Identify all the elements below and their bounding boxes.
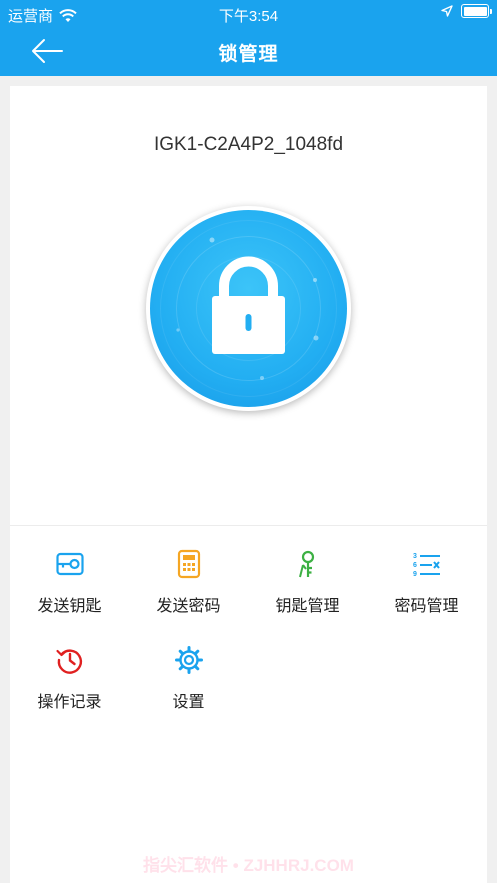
divider <box>10 525 487 526</box>
key-management-button[interactable]: 钥匙管理 <box>248 549 367 629</box>
operation-log-button[interactable]: 操作记录 <box>10 645 129 725</box>
svg-text:9: 9 <box>413 571 417 578</box>
nav-bar: 锁管理 <box>0 26 497 76</box>
operation-log-label: 操作记录 <box>37 694 102 711</box>
send-key-icon <box>55 552 84 576</box>
location-arrow-icon <box>441 5 453 17</box>
status-time: 下午3:54 <box>218 8 279 25</box>
status-bar: 运营商 下午3:54 <box>0 0 497 26</box>
device-name: IGK1-C2A4P2_1048fd <box>153 134 344 155</box>
svg-text:3: 3 <box>413 553 417 560</box>
padlock-icon <box>212 256 285 354</box>
settings-button[interactable]: 设置 <box>129 645 248 725</box>
status-right <box>441 4 492 18</box>
battery-icon <box>461 4 492 18</box>
password-list-icon: 3 6 9 <box>413 553 440 578</box>
history-icon <box>55 649 82 674</box>
calculator-icon <box>177 549 200 579</box>
key-manage-icon <box>298 550 314 578</box>
unlock-button[interactable] <box>146 206 351 411</box>
gear-icon <box>174 646 203 674</box>
settings-label: 设置 <box>172 694 205 711</box>
page-title: 锁管理 <box>218 44 279 65</box>
send-key-label: 发送钥匙 <box>37 598 102 615</box>
watermark-text: 指尖汇软件 • ZJHHRJ.COM <box>143 856 354 875</box>
back-arrow-icon[interactable] <box>30 38 64 64</box>
lock-circle <box>150 210 347 407</box>
key-management-label: 钥匙管理 <box>275 598 340 615</box>
lock-card: IGK1-C2A4P2_1048fd 发送钥匙 发送密码 钥匙管理 3 6 9 … <box>10 86 487 883</box>
svg-text:6: 6 <box>413 562 417 569</box>
send-key-button[interactable]: 发送钥匙 <box>10 549 129 629</box>
send-password-label: 发送密码 <box>156 598 221 615</box>
password-management-button[interactable]: 3 6 9 密码管理 <box>367 549 486 629</box>
send-password-button[interactable]: 发送密码 <box>129 549 248 629</box>
password-management-label: 密码管理 <box>394 598 459 615</box>
